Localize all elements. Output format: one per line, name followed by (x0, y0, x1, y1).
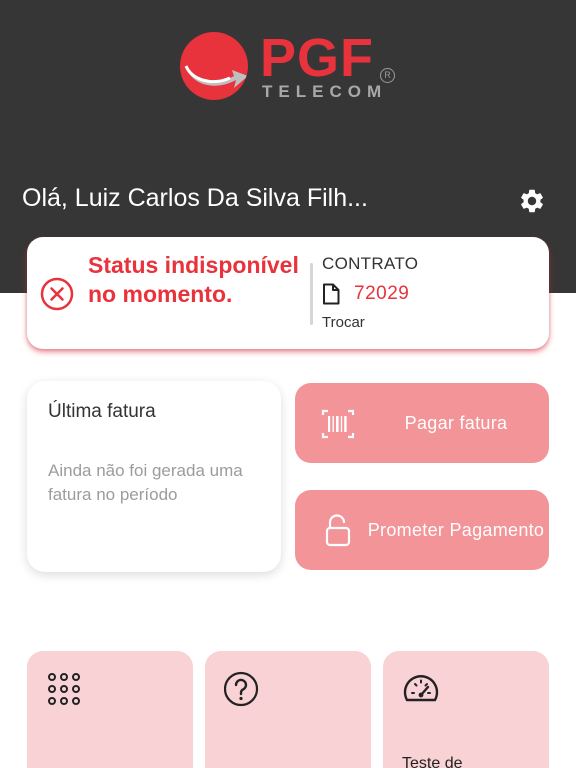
unlock-icon (325, 514, 351, 547)
speedometer-icon (403, 675, 439, 702)
logo-wordmark: PGF (260, 28, 375, 88)
tile-speed-test[interactable]: Teste de (383, 651, 549, 768)
promise-payment-label: Prometer Pagamento (367, 520, 545, 540)
greeting-text: Olá, Luiz Carlos Da Silva Filh... (22, 184, 368, 212)
keypad-icon (48, 673, 80, 705)
last-invoice-title: Última fatura (48, 401, 156, 422)
registered-mark: R (380, 68, 395, 83)
status-card: Status indisponível no momento. CONTRATO… (27, 237, 549, 349)
logo-subtitle: TELECOM (262, 82, 388, 101)
tile-help[interactable] (205, 651, 371, 768)
pgf-telecom-logo: PGF R TELECOM (178, 28, 400, 104)
help-icon (224, 671, 259, 707)
gear-icon[interactable] (518, 187, 546, 215)
contract-label: CONTRATO (322, 254, 419, 273)
document-icon (323, 283, 340, 305)
status-message: Status indisponível no momento. (88, 252, 299, 307)
switch-contract-link[interactable]: Trocar (322, 314, 365, 331)
logo-swoosh-icon (180, 32, 248, 100)
promise-payment-button[interactable]: Prometer Pagamento (295, 490, 549, 570)
last-invoice-empty-message: Ainda não foi gerada uma fatura no perío… (48, 461, 243, 504)
barcode-icon (321, 409, 355, 439)
contract-number: 72029 (354, 283, 410, 304)
tile-speed-test-label: Teste de (402, 755, 463, 768)
pay-invoice-button[interactable]: Pagar fatura (295, 383, 549, 463)
settings-button[interactable] (516, 185, 548, 217)
card-divider (310, 263, 313, 325)
error-circle-icon (40, 277, 74, 311)
tile-keypad[interactable] (27, 651, 193, 768)
pay-invoice-label: Pagar fatura (404, 413, 508, 433)
last-invoice-card[interactable]: Última fatura Ainda não foi gerada uma f… (27, 381, 281, 572)
